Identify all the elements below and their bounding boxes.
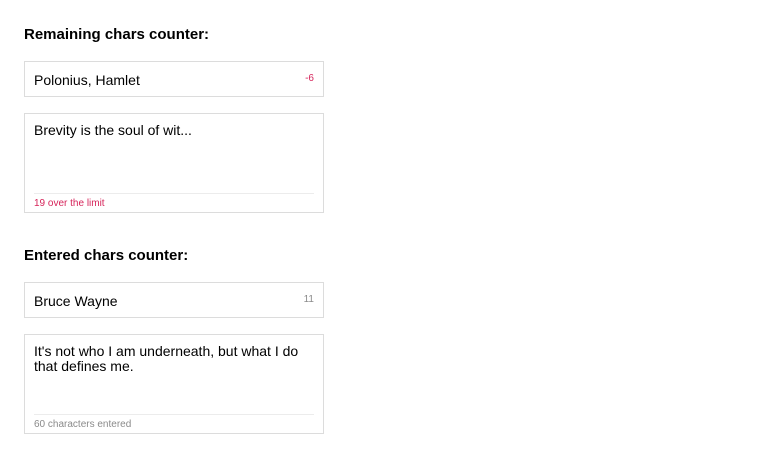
quote-textarea[interactable]: Brevity is the soul of wit... 19 over th… bbox=[24, 113, 324, 213]
input-value: Polonius, Hamlet bbox=[34, 72, 140, 88]
textarea-value: It's not who I am underneath, but what I… bbox=[34, 343, 299, 374]
quote-textarea[interactable]: It's not who I am underneath, but what I… bbox=[24, 334, 324, 434]
divider bbox=[34, 193, 314, 194]
name-input[interactable]: Polonius, Hamlet -6 bbox=[24, 61, 324, 97]
input-value: Bruce Wayne bbox=[34, 293, 118, 309]
section-title: Entered chars counter: bbox=[24, 247, 189, 264]
divider bbox=[34, 414, 314, 415]
over-limit-status: 19 over the limit bbox=[34, 198, 105, 209]
entered-char-counter: 11 bbox=[303, 294, 314, 305]
remaining-char-counter: -6 bbox=[305, 73, 314, 84]
name-input[interactable]: Bruce Wayne 11 bbox=[24, 282, 324, 318]
section-title: Remaining chars counter: bbox=[24, 26, 210, 43]
textarea-value: Brevity is the soul of wit... bbox=[34, 122, 192, 138]
chars-entered-status: 60 characters entered bbox=[34, 419, 132, 430]
